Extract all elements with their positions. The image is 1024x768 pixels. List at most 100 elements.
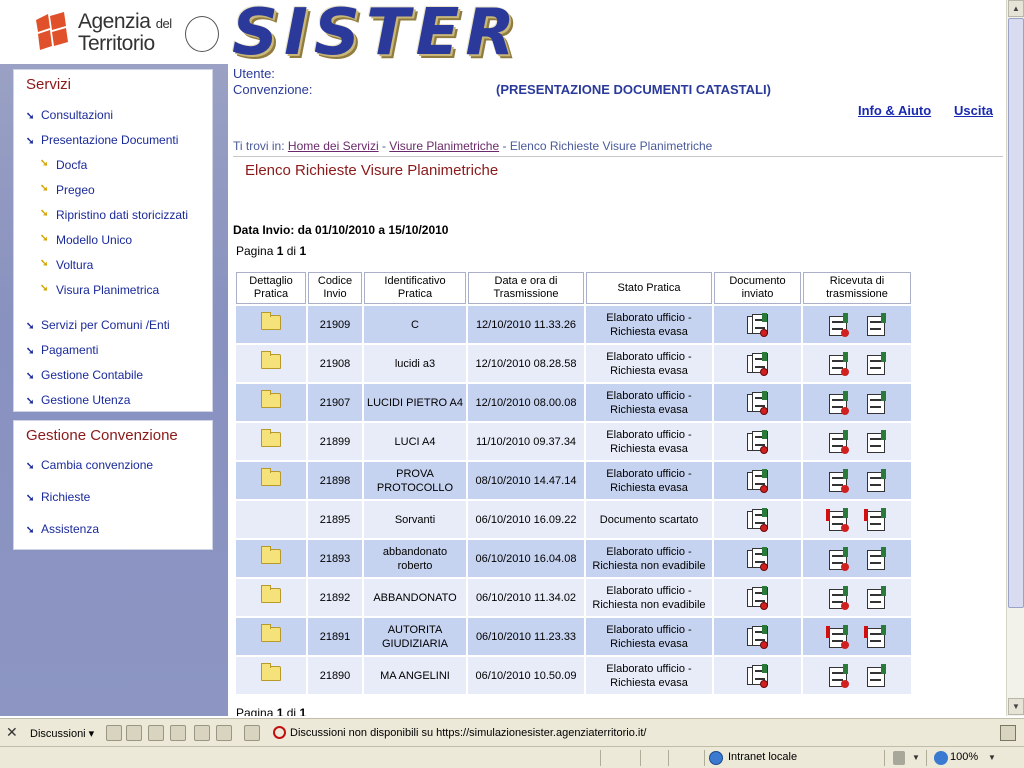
info-aiuto-link[interactable]: Info & Aiuto [858,103,931,118]
receipt-print-icon[interactable] [863,351,889,377]
folder-icon[interactable] [261,390,281,408]
receipt-icon[interactable] [825,624,851,650]
document-sent-icon[interactable] [745,351,771,377]
chevron-down-icon[interactable]: ▼ [988,753,996,762]
requests-table: Dettaglio Pratica Codice Invio Identific… [234,270,913,696]
sidebar-subitem-modello-unico[interactable]: ➘ Modello Unico [40,233,132,247]
dettaglio-cell[interactable] [236,657,306,694]
document-sent-icon[interactable] [745,507,771,533]
receipt-print-icon[interactable] [863,507,889,533]
dettaglio-cell[interactable] [236,306,306,343]
receipt-print-icon[interactable] [863,468,889,494]
sidebar-subitem-pregeo[interactable]: ➘ Pregeo [40,183,95,197]
folder-icon[interactable] [261,624,281,642]
agenzia-territorio-logo[interactable]: Agenzia del Territorio [30,6,220,56]
folder-icon[interactable] [261,429,281,447]
insert-discussion-icon[interactable] [106,725,122,741]
sidebar-item-cambia-convenzione[interactable]: ➘ Cambia convenzione [26,458,153,472]
table-row: 21891 AUTORITA GIUDIZIARIA 06/10/2010 11.2… [236,618,911,655]
close-icon[interactable]: ✕ [6,724,18,741]
receipt-icon[interactable] [825,429,851,455]
document-sent-icon[interactable] [745,390,771,416]
status-bar: Intranet locale ▼ 100% ▼ [0,746,1024,768]
col-stato: Stato Pratica [586,272,712,304]
sidebar-subitem-visura-planimetrica[interactable]: ➘ Visura Planimetrica [40,283,159,297]
sidebar-subitem-voltura[interactable]: ➘ Voltura [40,258,93,272]
breadcrumb-home[interactable]: Home dei Servizi [288,139,379,153]
folder-icon[interactable] [261,585,281,603]
breadcrumb-visure[interactable]: Visure Planimetriche [389,139,499,153]
discussioni-menu[interactable]: Discussioni ▾ [30,727,94,740]
folder-icon[interactable] [261,351,281,369]
receipt-icon[interactable] [825,546,851,572]
document-sent-icon[interactable] [745,663,771,689]
receipt-icon[interactable] [825,390,851,416]
zoom-level[interactable]: 100% [950,751,978,763]
sidebar-item-presentazione-documenti[interactable]: ➘ Presentazione Documenti [26,133,178,147]
receipt-print-icon[interactable] [863,624,889,650]
col-dettaglio: Dettaglio Pratica [236,272,306,304]
sidebar-item-gestione-utenza[interactable]: ➘ Gestione Utenza [26,393,130,407]
breadcrumb-prefix: Ti trovi in: [233,139,285,153]
col-codice: Codice Invio [308,272,362,304]
scroll-down-arrow-icon[interactable]: ▼ [1008,698,1024,715]
receipt-print-icon[interactable] [863,390,889,416]
folder-icon[interactable] [261,663,281,681]
vertical-scrollbar[interactable]: ▲ ▼ [1006,0,1024,716]
dettaglio-cell[interactable] [236,579,306,616]
receipt-icon[interactable] [825,507,851,533]
sidebar-item-richieste[interactable]: ➘ Richieste [26,490,90,504]
scroll-thumb[interactable] [1008,18,1024,608]
receipt-print-icon[interactable] [863,585,889,611]
dettaglio-cell[interactable] [236,618,306,655]
receipt-icon[interactable] [825,585,851,611]
dettaglio-cell[interactable] [236,345,306,382]
dettaglio-cell[interactable] [236,423,306,460]
table-row: 21890 MA ANGELINI 06/10/2010 10.50.09 Elabo… [236,657,911,694]
receipt-print-icon[interactable] [863,663,889,689]
sidebar-item-gestione-contabile[interactable]: ➘ Gestione Contabile [26,368,143,382]
protected-mode-icon[interactable] [893,751,905,765]
sidebar-item-servizi-comuni[interactable]: ➘ Servizi per Comuni /Enti [26,318,170,332]
receipt-icon[interactable] [825,468,851,494]
show-hide-pane-icon[interactable] [244,725,260,741]
receipt-print-icon[interactable] [863,312,889,338]
collapse-discussion-icon[interactable] [170,725,186,741]
sidebar-subitem-ripristino[interactable]: ➘ Ripristino dati storicizzati [40,208,188,222]
zoom-icon[interactable] [934,751,948,765]
document-sent-icon[interactable] [745,468,771,494]
receipt-icon[interactable] [825,663,851,689]
sidebar-subitem-docfa[interactable]: ➘ Docfa [40,158,87,172]
document-sent-icon[interactable] [745,624,771,650]
sidebar-item-pagamenti[interactable]: ➘ Pagamenti [26,343,98,357]
main-content: Utente: Convenzione: (PRESENTAZIONE DOCU… [228,64,1006,716]
folder-icon[interactable] [261,312,281,330]
subscribe-icon[interactable] [194,725,210,741]
sidebar-item-consultazioni[interactable]: ➘ Consultazioni [26,108,113,122]
sidebar-item-assistenza[interactable]: ➘ Assistenza [26,522,99,536]
document-sent-icon[interactable] [745,546,771,572]
edit-discussion-icon[interactable] [126,725,142,741]
receipt-print-icon[interactable] [863,429,889,455]
dettaglio-cell[interactable] [236,384,306,421]
arrow-icon: ➘ [40,158,49,169]
documento-cell [714,423,801,460]
arrow-icon: ➘ [26,346,35,357]
document-sent-icon[interactable] [745,312,771,338]
receipt-icon[interactable] [825,312,851,338]
dettaglio-cell[interactable] [236,540,306,577]
expand-discussion-icon[interactable] [148,725,164,741]
data-trasmissione-cell: 12/10/2010 11.33.26 [468,306,584,343]
receipt-print-icon[interactable] [863,546,889,572]
document-sent-icon[interactable] [745,585,771,611]
refresh-discussion-icon[interactable] [216,725,232,741]
uscita-link[interactable]: Uscita [954,103,993,118]
scroll-up-arrow-icon[interactable]: ▲ [1008,0,1024,17]
dettaglio-cell[interactable] [236,462,306,499]
document-sent-icon[interactable] [745,429,771,455]
chevron-down-icon[interactable]: ▼ [912,753,920,762]
folder-icon[interactable] [261,468,281,486]
receipt-icon[interactable] [825,351,851,377]
discussion-settings-icon[interactable] [1000,725,1016,741]
folder-icon[interactable] [261,546,281,564]
